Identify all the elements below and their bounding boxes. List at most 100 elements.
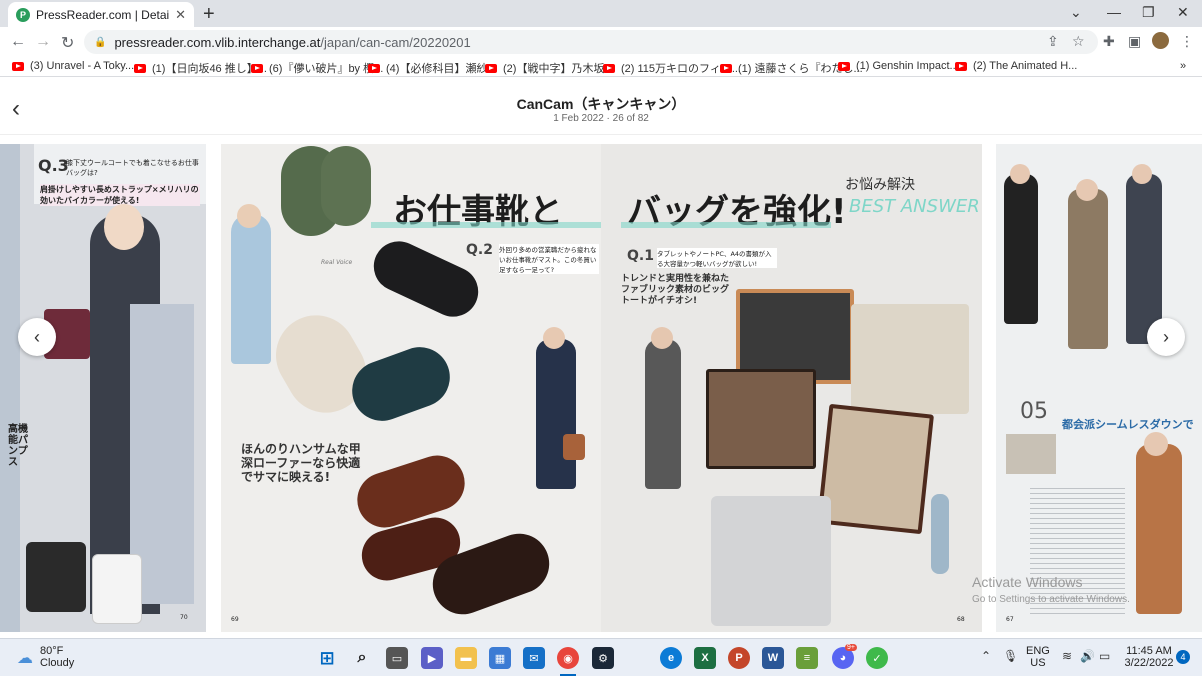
lock-icon: 🔒 [94, 36, 107, 48]
bookmark-item[interactable]: (2)【戦中字】乃木坂... [485, 60, 614, 76]
shoe-photo [321, 146, 371, 226]
battery-icon[interactable]: ▭ [1099, 649, 1110, 663]
bag-photo [711, 496, 831, 626]
feature-number: 05 [1020, 399, 1048, 424]
bookmark-item[interactable]: (1) Genshin Impact... [838, 60, 959, 72]
new-tab-icon[interactable]: + [203, 3, 215, 26]
bag-photo [26, 542, 86, 612]
discord-badge: 9+ [845, 644, 857, 651]
microphone-icon[interactable]: 🎙 [1003, 649, 1018, 663]
q3-text: 膝下丈ウールコートでも着こなせるお仕事バッグは? [66, 159, 199, 177]
search-icon[interactable]: ⌕ [351, 647, 373, 669]
previous-page-button[interactable]: ‹ [18, 318, 56, 356]
chrome-icon[interactable]: ◉ [557, 647, 579, 669]
cloud-icon: ☁ [17, 650, 33, 667]
pressreader-favicon-icon: P [16, 7, 30, 22]
page-number: 67 [1006, 616, 1014, 623]
feature-title: 都会派シームレスダウンで [1062, 418, 1194, 431]
close-window-icon[interactable]: ✕ [1177, 4, 1189, 21]
tab-close-icon[interactable]: ✕ [175, 7, 186, 23]
bookmark-item[interactable]: (1)【日向坂46 推し】... [134, 60, 267, 76]
magazine-page-69[interactable]: お仕事靴と Q.2 外回り多めの営業職だから疲れないお仕事靴がマスト。この冬買い… [221, 144, 601, 632]
model-photo [536, 339, 576, 489]
page-number: 68 [957, 616, 965, 623]
task-view-icon[interactable]: ▭ [386, 647, 408, 669]
excel-icon[interactable]: X [694, 647, 716, 669]
forward-icon[interactable]: → [35, 33, 51, 51]
q1-label: Q.1 [627, 248, 654, 264]
bookmark-item[interactable]: (6)『儚い破片』by 櫻... [251, 60, 383, 76]
menu-kebab-icon[interactable]: ⋮ [1180, 33, 1194, 50]
bag-photo [92, 554, 142, 624]
magazine-page-68[interactable]: バッグを強化! お悩み解決 BEST ANSWER Q.1 タブレットやノートP… [601, 144, 982, 632]
best-answer-jp: お悩み解決 [845, 177, 915, 193]
weather-condition: Cloudy [40, 657, 75, 669]
next-page-button[interactable]: › [1147, 318, 1185, 356]
minimize-icon[interactable]: — [1107, 4, 1121, 20]
side-panel-icon[interactable]: ▣ [1128, 33, 1141, 50]
profile-avatar[interactable] [1152, 32, 1169, 49]
weather-temp: 80°F [40, 645, 64, 657]
shoe-photo [350, 448, 472, 535]
extensions-icon[interactable]: ✚ [1103, 33, 1115, 50]
model-photo [1136, 444, 1182, 614]
youtube-icon [485, 63, 497, 73]
edge-icon[interactable]: e [660, 647, 682, 669]
tab-search-icon[interactable]: ⌄ [1070, 4, 1082, 21]
youtube-icon [720, 63, 732, 73]
clock-date: 3/22/2022 [1124, 657, 1174, 669]
bag-photo [706, 369, 816, 469]
youtube-icon [368, 63, 380, 73]
teams-chat-icon[interactable]: ▶ [421, 647, 443, 669]
steam-icon[interactable]: ⚙ [592, 647, 614, 669]
weather-widget[interactable]: 80°F Cloudy [40, 645, 74, 669]
app-icon[interactable]: ≡ [796, 647, 818, 669]
publication-title: CanCam（キャンキャン） [516, 96, 686, 112]
page-number: 69 [231, 616, 239, 623]
volume-icon[interactable]: 🔊 [1080, 649, 1095, 663]
restore-icon[interactable]: ❐ [1142, 4, 1155, 21]
windows-start-icon[interactable]: ⊞ [316, 647, 338, 669]
language-indicator[interactable]: ENG US [1026, 645, 1050, 669]
model-photo [1004, 174, 1038, 324]
magazine-page-70[interactable]: Q.3 膝下丈ウールコートでも着こなせるお仕事バッグは? 肩掛けしやすい長めスト… [0, 144, 206, 632]
microsoft-store-icon[interactable]: ▦ [489, 647, 511, 669]
reload-icon[interactable]: ↻ [61, 33, 74, 53]
clock[interactable]: 11:45 AM 3/22/2022 [1124, 645, 1174, 669]
url-path: /japan/can-cam/20220201 [320, 34, 471, 50]
mail-icon[interactable]: ✉ [523, 647, 545, 669]
youtube-icon [12, 61, 24, 71]
bookmark-star-icon[interactable]: ☆ [1072, 33, 1085, 50]
q3-label: Q.3 [38, 156, 69, 175]
bookmarks-overflow[interactable]: » [1180, 60, 1186, 72]
best-answer-label: BEST ANSWER [849, 196, 980, 217]
file-explorer-icon[interactable]: ▬ [455, 647, 477, 669]
tray-chevron-icon[interactable]: ⌃ [981, 649, 991, 663]
bookmark-item[interactable]: (3) Unravel - A Toky... [12, 60, 134, 72]
word-icon[interactable]: W [762, 647, 784, 669]
magazine-page-67[interactable]: 05 都会派シームレスダウンで 67 [996, 144, 1202, 632]
a3-text: 肩掛けしやすい長めストラップ×メリハリの効いたバイカラーが使える! [40, 184, 200, 206]
back-icon[interactable]: ← [10, 33, 26, 51]
viewer-header: ‹ CanCam（キャンキャン） 1 Feb 2022 · 26 of 82 [0, 77, 1202, 135]
bookmark-item[interactable]: (2) The Animated H... [955, 60, 1077, 72]
bottle-photo [931, 494, 949, 574]
youtube-icon [134, 63, 146, 73]
model-photo [1126, 174, 1162, 344]
wifi-icon[interactable]: ≋ [1062, 649, 1072, 663]
q2-label: Q.2 [466, 242, 493, 258]
share-icon[interactable]: ⇪ [1047, 33, 1059, 50]
youtube-icon [251, 63, 263, 73]
bag-photo [817, 403, 934, 535]
powerpoint-icon[interactable]: P [728, 647, 750, 669]
a2-text: ほんのりハンサムな甲深ローファーなら快適でサマに映える! [241, 442, 361, 484]
youtube-icon [603, 63, 615, 73]
a1-text: トレンドと実用性を兼ねたファブリック素材のビッグトートがイチオシ! [621, 274, 730, 306]
bookmark-item[interactable]: (4)【必修科目】瀬紗... [368, 60, 497, 76]
address-bar[interactable]: 🔒 pressreader.com.vlib.interchange.at /j… [84, 30, 1098, 54]
tab-pressreader[interactable]: P PressReader.com | Detail View of ✕ [8, 2, 194, 27]
windows-taskbar: ☁ 80°F Cloudy ⊞ ⌕ ▭ ▶ ▬ ▦ ✉ ◉ ⚙ e X P W … [0, 638, 1202, 676]
vpn-icon[interactable]: ✓ [866, 647, 888, 669]
notification-badge[interactable]: 4 [1176, 650, 1190, 664]
q2-text: 外回り多めの営業職だから疲れないお仕事靴がマスト。この冬買い足すなら一足って? [499, 244, 599, 274]
